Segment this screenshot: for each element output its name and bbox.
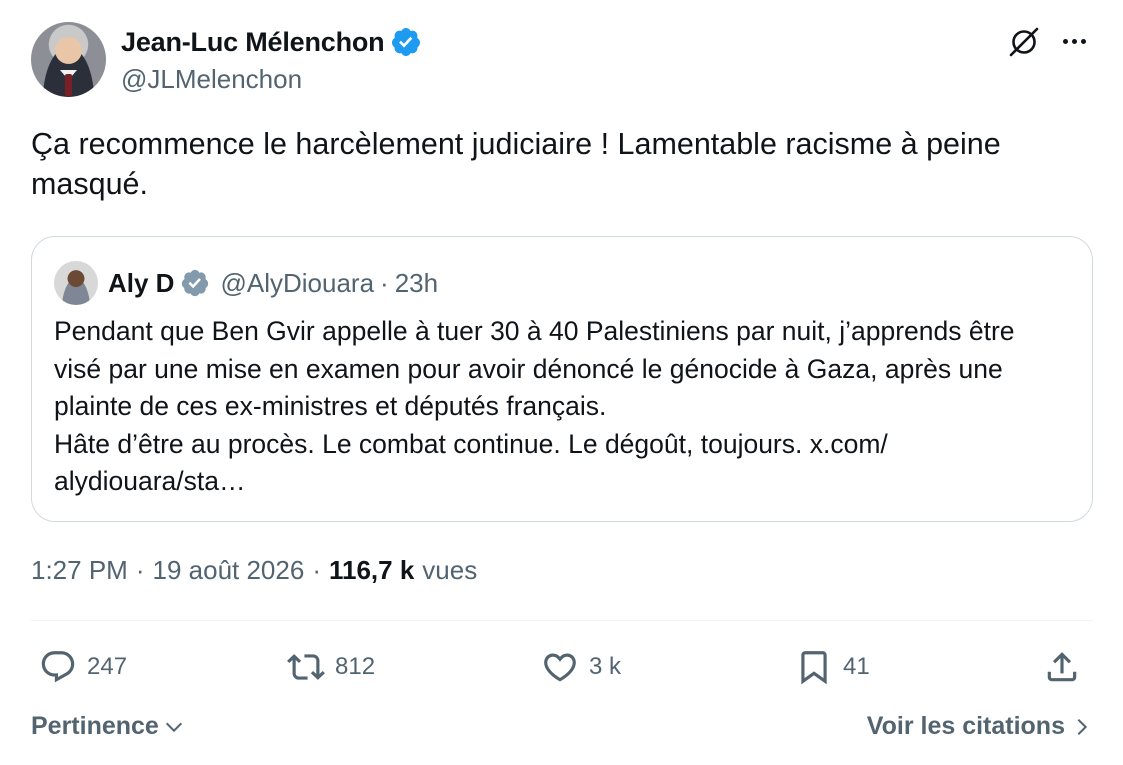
repost-count: 812 — [335, 653, 376, 680]
reply-icon — [41, 651, 75, 683]
quoted-tweet-text: Pendant que Ben Gvir appelle à tuer 30 à… — [54, 316, 1015, 496]
sort-label: Pertinence — [31, 712, 159, 740]
more-icon[interactable] — [1057, 26, 1091, 56]
repost-button[interactable]: 812 — [287, 645, 375, 689]
quoted-tweet-header: Aly D @AlyDiouara · 23h — [54, 261, 438, 305]
author-name-row: Jean-Luc Mélenchon — [121, 26, 422, 58]
repost-icon — [287, 654, 325, 680]
tweet-time[interactable]: 1:27 PM — [31, 555, 128, 586]
divider — [31, 620, 1093, 621]
tweet-text: Ça recommence le harcèlement judiciaire … — [31, 127, 1001, 201]
reply-count: 247 — [87, 653, 128, 680]
reply-button[interactable]: 247 — [39, 645, 127, 689]
quoted-tweet-card[interactable]: Aly D @AlyDiouara · 23h Pendant que Ben … — [31, 236, 1093, 522]
bookmark-button[interactable]: 41 — [795, 645, 870, 689]
share-icon — [1047, 652, 1077, 682]
verified-badge-icon — [182, 269, 209, 297]
tweet-header: Jean-Luc Mélenchon @JLMelenchon — [31, 22, 1093, 100]
separator-dot: · — [312, 555, 321, 585]
quoted-author-avatar[interactable] — [54, 261, 98, 305]
chevron-down-icon — [165, 722, 182, 732]
like-button[interactable]: 3 k — [541, 645, 621, 689]
share-button[interactable] — [1043, 645, 1081, 689]
bookmark-icon — [801, 651, 827, 685]
author-avatar[interactable] — [31, 22, 106, 97]
replies-footer: Pertinence Voir les citations — [31, 708, 1093, 748]
quoted-author-name[interactable]: Aly D — [108, 268, 174, 299]
bookmark-count: 41 — [843, 653, 870, 680]
separator-dot: · — [135, 555, 145, 585]
quotes-label: Voir les citations — [866, 712, 1065, 740]
views-count: 116,7 k — [328, 555, 415, 585]
like-icon — [544, 653, 576, 682]
chevron-right-icon — [1077, 718, 1088, 735]
verified-badge-icon[interactable] — [390, 26, 422, 58]
separator-dot: · — [380, 267, 389, 298]
more-dot — [1071, 38, 1077, 44]
views-label: vues — [422, 555, 478, 585]
more-dot — [1080, 38, 1086, 44]
quoted-author-handle[interactable]: @AlyDiouara — [220, 268, 374, 299]
author-handle[interactable]: @JLMelenchon — [121, 64, 302, 95]
action-bar: 247 812 3 k 41 — [31, 645, 1093, 689]
like-count: 3 k — [589, 653, 622, 680]
tweet-meta: 1:27 PM · 19 août 2026 · 116,7 k vues — [31, 555, 477, 586]
tweet-date[interactable]: 19 août 2026 — [153, 555, 305, 586]
sort-dropdown[interactable]: Pertinence — [31, 712, 185, 741]
view-quotes-link[interactable]: Voir les citations — [867, 712, 1093, 741]
grok-icon[interactable] — [1007, 25, 1041, 59]
quoted-timestamp[interactable]: 23h — [395, 268, 438, 299]
author-name[interactable]: Jean-Luc Mélenchon — [121, 27, 385, 58]
avatar-tie — [65, 74, 72, 96]
more-dot — [1062, 38, 1068, 44]
